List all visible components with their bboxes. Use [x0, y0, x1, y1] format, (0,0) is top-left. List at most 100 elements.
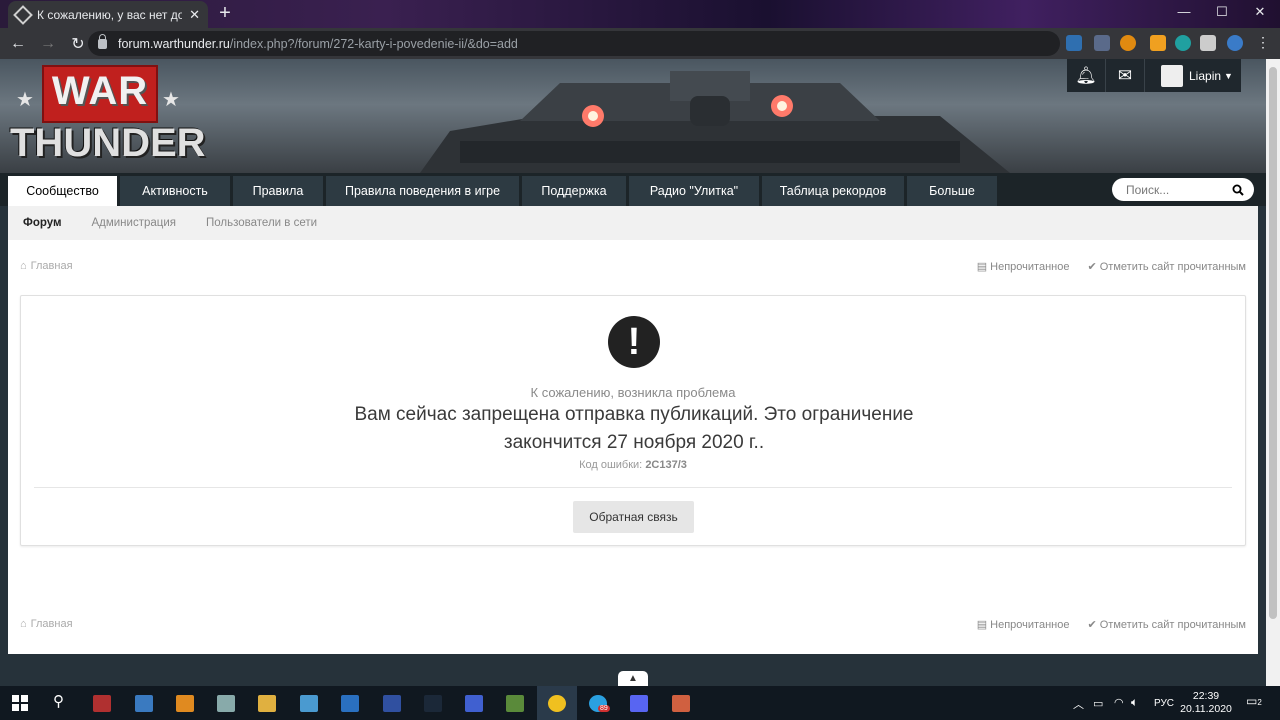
- notifications-bell-icon[interactable]: 🔔︎: [1067, 66, 1105, 86]
- telegram-badge: 89: [598, 705, 610, 712]
- home-icon: ⌂: [20, 618, 27, 630]
- browser-tab[interactable]: К сожалению, у вас нет доступа ✕: [8, 1, 208, 28]
- sublime-icon[interactable]: [176, 695, 194, 712]
- tab-community[interactable]: Сообщество: [8, 176, 117, 206]
- battery-icon[interactable]: ▭: [1093, 697, 1103, 710]
- tab-leaderboard[interactable]: Таблица рекордов: [762, 176, 904, 206]
- reload-icon[interactable]: ↻: [66, 34, 90, 54]
- divider: [1144, 59, 1145, 92]
- folder-icon[interactable]: [258, 695, 276, 712]
- tab-game-rules[interactable]: Правила поведения в игре: [326, 176, 519, 206]
- error-code-value: 2C137/3: [645, 459, 687, 471]
- search-input[interactable]: Поиск...: [1112, 178, 1254, 201]
- notification-count: 2: [1257, 698, 1262, 707]
- sub-nav: Форум Администрация Пользователи в сети: [8, 206, 1258, 240]
- menu-dots-icon[interactable]: ⋮: [1256, 35, 1270, 51]
- tab-title: К сожалению, у вас нет доступа: [37, 7, 183, 22]
- mail-icon[interactable]: [341, 695, 359, 712]
- back-icon[interactable]: ←: [6, 35, 30, 53]
- subnav-administration[interactable]: Администрация: [91, 217, 176, 229]
- avatar[interactable]: [1161, 64, 1183, 87]
- exclamation-icon: !: [608, 316, 660, 368]
- extensions-puzzle-icon[interactable]: [1200, 35, 1216, 51]
- extension-icon[interactable]: [1175, 35, 1191, 51]
- close-tab-icon[interactable]: ✕: [189, 7, 200, 23]
- feedback-button[interactable]: Обратная связь: [573, 501, 694, 533]
- minecraft-icon[interactable]: [506, 695, 524, 712]
- chevron-up-icon[interactable]: ︿: [1073, 696, 1084, 712]
- address-toolbar: ← → ↻ forum.warthunder.ru /index.php?/fo…: [0, 28, 1280, 59]
- logo-thunder-text: THUNDER: [10, 121, 206, 165]
- star-icon: ★: [162, 89, 180, 111]
- volume-icon[interactable]: 🔈︎: [1131, 695, 1138, 710]
- breadcrumb-home[interactable]: Главная: [31, 260, 73, 272]
- close-window-icon[interactable]: ✕: [1248, 4, 1272, 22]
- error-code: Код ошибки: 2C137/3: [21, 459, 1245, 471]
- clock-date: 20.11.2020: [1180, 703, 1232, 715]
- extension-icon[interactable]: [1120, 35, 1136, 51]
- scrollbar-thumb[interactable]: [1269, 67, 1277, 619]
- extension-icon[interactable]: [1094, 35, 1110, 51]
- check-icon: ✔: [1087, 619, 1100, 631]
- app-icon[interactable]: [672, 695, 690, 712]
- unread-link[interactable]: ▤ Непрочитанное: [977, 260, 1070, 273]
- extension-icon[interactable]: [1066, 35, 1082, 51]
- subnav-online-users[interactable]: Пользователи в сети: [206, 217, 317, 229]
- winrar-icon[interactable]: [93, 695, 111, 712]
- forward-icon[interactable]: →: [36, 35, 60, 53]
- content-area: ⌂ Главная ▤ Непрочитанное ✔ Отметить сайт…: [8, 240, 1258, 654]
- unread-icon: ▤: [976, 261, 991, 273]
- tab-rules[interactable]: Правила: [233, 176, 323, 206]
- tab-radio[interactable]: Радио "Улитка": [629, 176, 759, 206]
- breadcrumb-home[interactable]: Главная: [31, 618, 73, 630]
- app-icon[interactable]: [135, 695, 153, 712]
- search-icon[interactable]: [1232, 184, 1244, 196]
- language-indicator[interactable]: РУС: [1154, 698, 1174, 709]
- unread-link[interactable]: ▤ Непрочитанное: [977, 618, 1070, 631]
- url-bar[interactable]: forum.warthunder.ru /index.php?/forum/27…: [88, 31, 1133, 56]
- maximize-icon[interactable]: ☐: [1210, 4, 1234, 22]
- app-icon[interactable]: [300, 695, 318, 712]
- tab-support[interactable]: Поддержка: [522, 176, 626, 206]
- subnav-forum[interactable]: Форум: [23, 217, 61, 229]
- main-nav: Сообщество Активность Правила Правила по…: [0, 173, 1266, 206]
- scrollbar[interactable]: [1266, 59, 1280, 686]
- profile-avatar-icon[interactable]: [1227, 35, 1243, 51]
- tab-more[interactable]: Больше: [907, 176, 997, 206]
- app-icon[interactable]: [217, 695, 235, 712]
- devtools-icon[interactable]: [383, 695, 401, 712]
- mark-read-label: Отметить сайт прочитанным: [1099, 619, 1246, 631]
- minimize-icon[interactable]: —: [1172, 4, 1196, 22]
- error-message: Вам сейчас запрещена отправка публикаций…: [354, 404, 914, 453]
- mark-read-link[interactable]: ✔ Отметить сайт прочитанным: [1087, 260, 1246, 273]
- app-icon[interactable]: [465, 695, 483, 712]
- messages-envelope-icon[interactable]: ✉: [1106, 66, 1144, 86]
- error-box: ! К сожалению, возникла проблема Вам сей…: [20, 295, 1246, 546]
- unread-icon: ▤: [976, 619, 991, 631]
- new-tab-icon[interactable]: +: [214, 3, 236, 24]
- site-favicon-icon: [13, 4, 33, 25]
- user-name[interactable]: Liapin: [1189, 69, 1221, 83]
- breadcrumb-actions-bottom: ▤ Непрочитанное ✔ Отметить сайт прочитан…: [977, 618, 1246, 631]
- breadcrumb[interactable]: ⌂ Главная: [20, 260, 73, 272]
- mark-read-link[interactable]: ✔ Отметить сайт прочитанным: [1087, 618, 1246, 631]
- war-thunder-logo[interactable]: WAR THUNDER ★ ★: [10, 65, 206, 169]
- search-placeholder: Поиск...: [1126, 182, 1170, 197]
- wifi-icon[interactable]: ◠: [1114, 696, 1124, 709]
- chrome-icon[interactable]: [548, 695, 566, 712]
- windows-start-icon[interactable]: [12, 695, 28, 711]
- breadcrumb-bottom[interactable]: ⌂ Главная: [20, 618, 73, 630]
- lock-icon: [98, 33, 107, 49]
- tab-activity[interactable]: Активность: [120, 176, 230, 206]
- clock[interactable]: 22:39 20.11.2020: [1180, 690, 1232, 716]
- chevron-down-icon[interactable]: ▼: [1224, 71, 1233, 81]
- search-icon[interactable]: ⚲: [53, 692, 64, 710]
- discord-icon[interactable]: [630, 695, 648, 712]
- notifications-icon[interactable]: ▭2: [1246, 694, 1262, 708]
- scroll-to-top-button[interactable]: ▲: [618, 671, 648, 686]
- steam-icon[interactable]: [424, 695, 442, 712]
- extension-icon[interactable]: [1150, 35, 1166, 51]
- home-icon: ⌂: [20, 260, 27, 272]
- user-bar: 🔔︎ ✉ Liapin ▼: [1067, 59, 1241, 92]
- star-icon: ★: [16, 89, 34, 111]
